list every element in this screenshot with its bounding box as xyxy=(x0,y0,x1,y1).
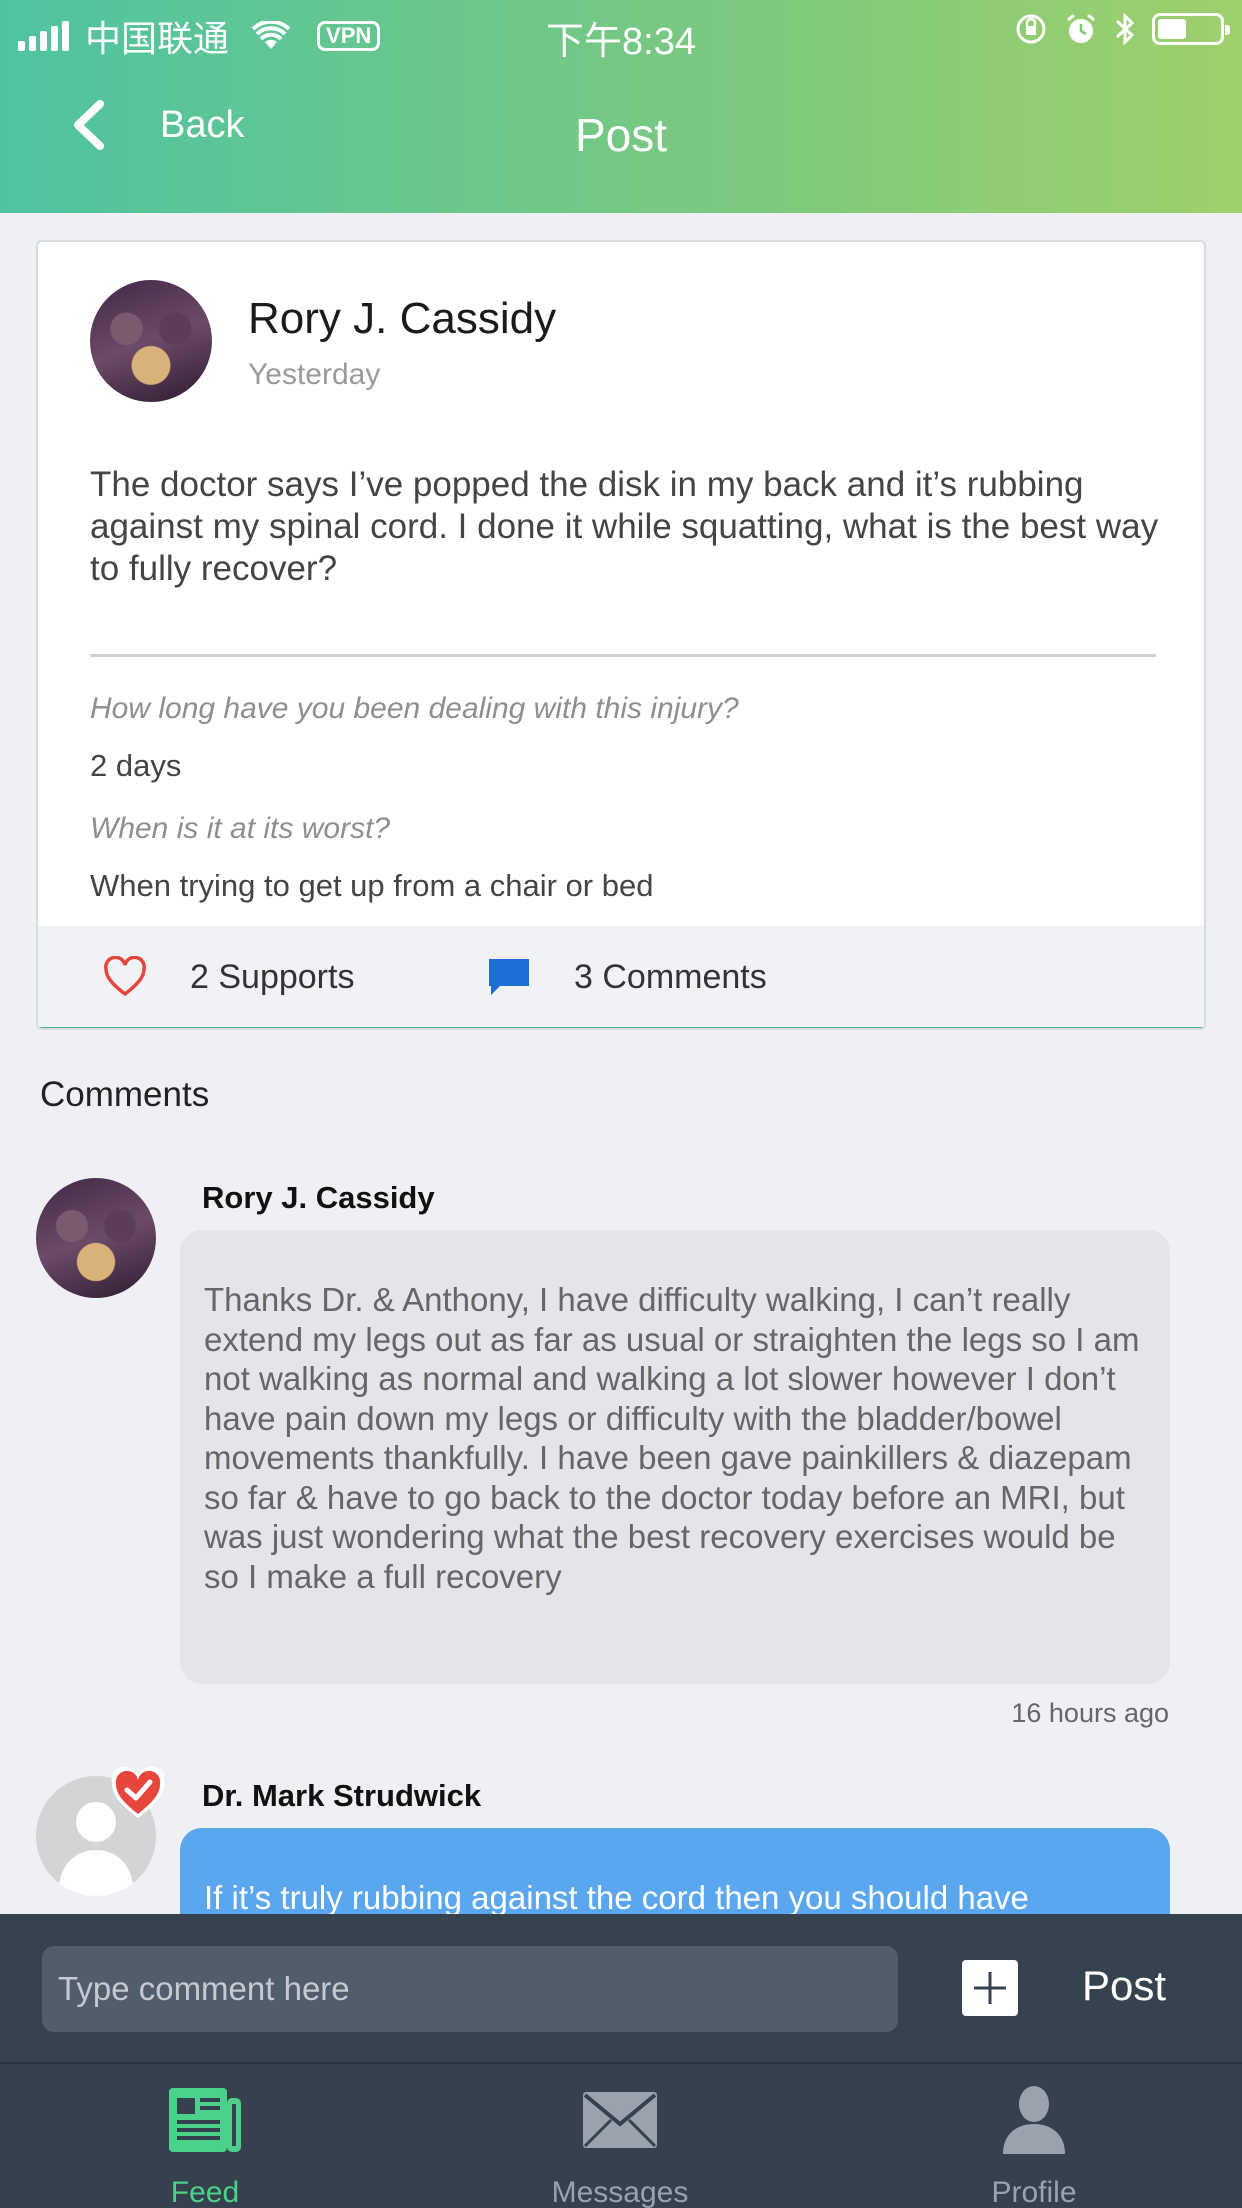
bluetooth-icon xyxy=(1115,12,1135,46)
answer-text: When trying to get up from a chair or be… xyxy=(90,868,654,903)
comment-author[interactable]: Rory J. Cassidy xyxy=(202,1180,435,1216)
orientation-lock-icon xyxy=(1016,14,1046,44)
question-block: When is it at its worst? When trying to … xyxy=(90,812,1160,904)
status-bar: 中国联通 VPN 下午8:34 xyxy=(0,0,1242,63)
tab-feed[interactable]: Feed xyxy=(55,2064,355,2208)
add-attachment-button[interactable] xyxy=(962,1960,1018,2016)
tab-messages-label: Messages xyxy=(551,2176,689,2208)
alarm-icon xyxy=(1067,13,1095,43)
comment-timestamp: 16 hours ago xyxy=(1011,1698,1169,1728)
avatar[interactable] xyxy=(90,280,212,402)
comments-button[interactable]: 3 Comments xyxy=(486,956,767,998)
post-comment-button[interactable]: Post xyxy=(1082,1962,1166,2010)
tab-messages[interactable]: Messages xyxy=(470,2064,770,2208)
person-icon xyxy=(1003,2086,1065,2154)
comments-heading: Comments xyxy=(40,1075,210,1114)
battery-icon xyxy=(1152,13,1230,45)
page-title: Post xyxy=(574,109,668,161)
supports-count: 2 Supports xyxy=(190,957,355,996)
verified-doctor-icon xyxy=(111,1766,165,1818)
comment-bubble: Thanks Dr. & Anthony, I have difficulty … xyxy=(180,1230,1170,1684)
post-author[interactable]: Rory J. Cassidy xyxy=(248,294,556,344)
question-text: When is it at its worst? xyxy=(90,812,391,845)
answer-text: 2 days xyxy=(90,748,182,783)
post-stats-bar: 2 Supports 3 Comments xyxy=(38,926,1204,1028)
heart-icon xyxy=(104,956,146,997)
tab-bar: Feed Messages Profile xyxy=(0,2062,1242,2208)
tab-feed-label: Feed xyxy=(170,2176,240,2208)
question-block: How long have you been dealing with this… xyxy=(90,692,1160,784)
comment-bubble-icon xyxy=(489,959,529,995)
post-card: Rory J. Cassidy Yesterday The doctor say… xyxy=(36,240,1206,1030)
divider xyxy=(90,654,1156,657)
tab-profile[interactable]: Profile xyxy=(884,2064,1184,2208)
plus-icon xyxy=(974,1972,1006,2004)
post-timestamp: Yesterday xyxy=(248,358,381,391)
comment-input[interactable] xyxy=(42,1946,898,2032)
comment-composer: Post xyxy=(0,1914,1242,2062)
envelope-icon xyxy=(583,2092,657,2148)
post-body: The doctor says I’ve popped the disk in … xyxy=(90,465,1159,588)
comments-count: 3 Comments xyxy=(574,957,767,996)
app-header: 中国联通 VPN 下午8:34 Back Post xyxy=(0,0,1242,213)
question-text: How long have you been dealing with this… xyxy=(90,692,739,725)
avatar[interactable] xyxy=(36,1178,156,1298)
tab-profile-label: Profile xyxy=(991,2176,1077,2208)
status-right xyxy=(1014,12,1230,46)
supports-button[interactable]: 2 Supports xyxy=(102,956,354,998)
comment-author[interactable]: Dr. Mark Strudwick xyxy=(202,1778,481,1814)
feed-icon xyxy=(169,2088,241,2152)
